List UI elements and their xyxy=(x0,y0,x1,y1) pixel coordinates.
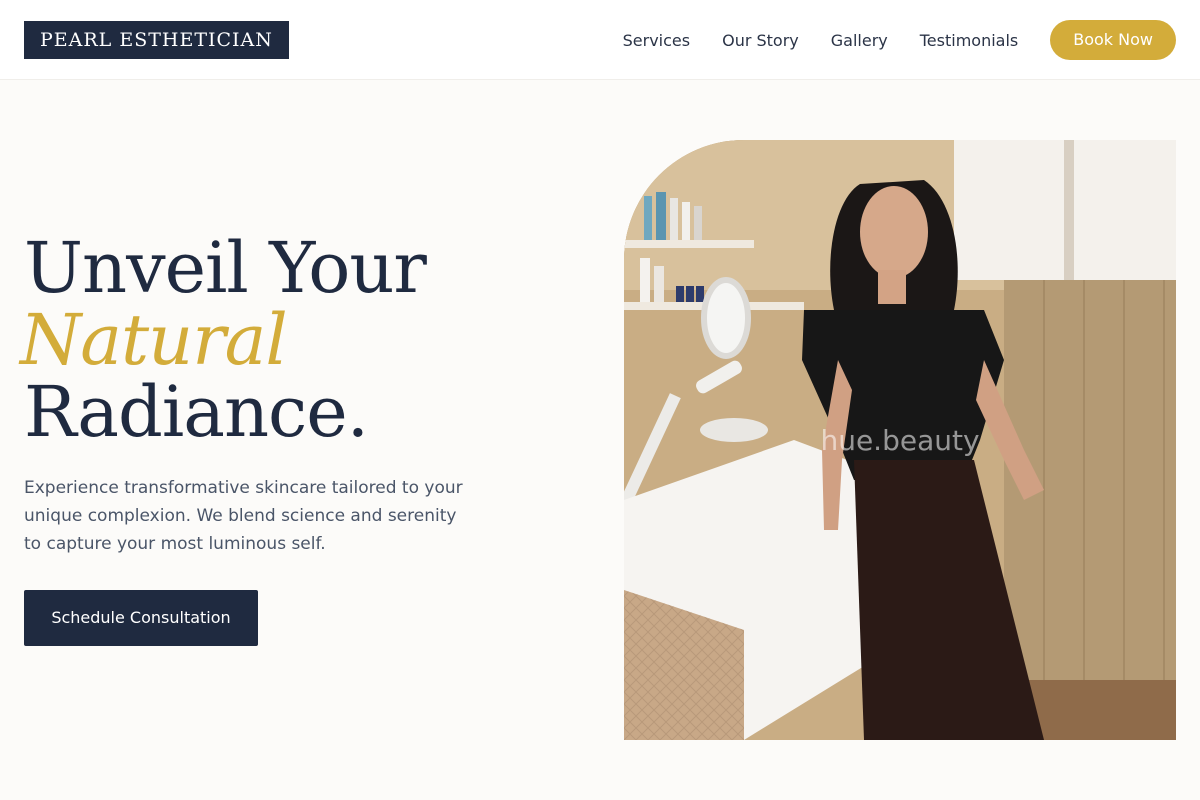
hero-title-line-3: Radiance. xyxy=(24,371,369,453)
main-nav: Services Our Story Gallery Testimonials … xyxy=(623,20,1176,60)
brand-logo[interactable]: PEARL ESTHETICIAN xyxy=(24,21,289,59)
image-watermark: hue.beauty xyxy=(820,424,980,457)
hero-subtitle: Experience transformative skincare tailo… xyxy=(24,478,463,554)
hero-title: Unveil Your Natural Radiance. xyxy=(20,227,427,453)
site-header: PEARL ESTHETICIAN Services Our Story Gal… xyxy=(0,0,1200,80)
book-now-button[interactable]: Book Now xyxy=(1050,20,1176,60)
nav-link-testimonials[interactable]: Testimonials xyxy=(920,31,1019,50)
nav-link-services[interactable]: Services xyxy=(623,31,690,50)
schedule-consultation-button[interactable]: Schedule Consultation xyxy=(24,590,258,646)
hero-title-line-1: Unveil Your xyxy=(24,227,427,309)
nav-link-our-story[interactable]: Our Story xyxy=(722,31,799,50)
hero-photo: hue.beauty xyxy=(624,140,1176,740)
hero-title-accent: Natural xyxy=(20,299,288,381)
nav-link-gallery[interactable]: Gallery xyxy=(831,31,888,50)
